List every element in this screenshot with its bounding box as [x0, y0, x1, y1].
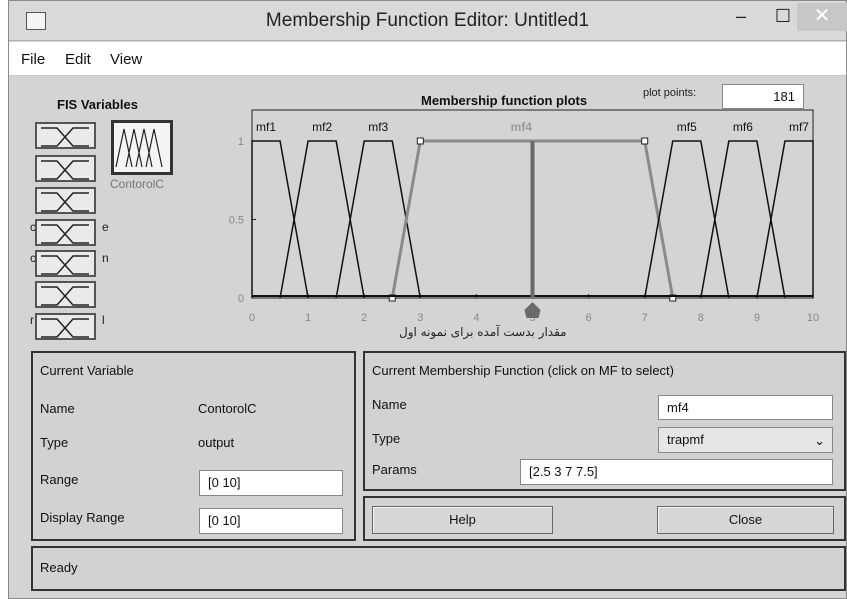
mf-type-label: Type [372, 431, 401, 446]
range-label: Range [40, 472, 79, 487]
current-variable-heading: Current Variable [40, 363, 134, 378]
chevron-down-icon: ⌄ [814, 433, 825, 448]
mf-label-mf7: mf7 [789, 120, 809, 134]
mf-curve-mf1 [251, 140, 309, 299]
x-tick-label: 3 [417, 312, 423, 324]
x-tick-label: 10 [807, 312, 819, 324]
mf-label-mf6: mf6 [733, 120, 753, 134]
x-tick-label: 4 [473, 312, 479, 324]
plot-annotation: مقدار بدست آمده برای نمونه اول [399, 325, 567, 339]
mf-type-select[interactable]: trapmf ⌄ [658, 427, 833, 453]
button-panel: Help Close [363, 496, 846, 541]
status-text: Ready [40, 560, 78, 575]
current-mf-panel: Current Membership Function (click on MF… [363, 351, 846, 491]
mf-vertex-handle [416, 137, 424, 145]
params-input[interactable]: [2.5 3 7 7.5] [520, 459, 833, 485]
display-range-input[interactable]: [0 10] [199, 508, 343, 534]
display-range-label: Display Range [40, 510, 125, 525]
y-tick-label: 0 [238, 293, 244, 305]
x-tick-label: 9 [754, 312, 760, 324]
mf-name-label: Name [372, 397, 407, 412]
y-tick-label: 0.5 [229, 215, 244, 227]
y-tick-label: 1 [238, 136, 244, 148]
current-variable-panel: Current Variable Name ContorolC Type out… [31, 351, 356, 541]
range-input[interactable]: [0 10] [199, 470, 343, 496]
membership-function-plot[interactable]: 01234567891000.51mf1mf2mf3mf4mf5mf6mf7 [0, 0, 847, 345]
help-button[interactable]: Help [372, 506, 553, 534]
mf-type-value: trapmf [667, 432, 704, 447]
mf-label-mf5: mf5 [677, 120, 697, 134]
x-tick-label: 8 [698, 312, 704, 324]
mf-label-mf1: mf1 [256, 120, 276, 134]
current-mf-heading: Current Membership Function (click on MF… [372, 363, 674, 378]
variable-name-label: Name [40, 401, 75, 416]
mf-curve-mf6 [700, 140, 786, 299]
close-button[interactable]: Close [657, 506, 834, 534]
x-tick-label: 2 [361, 312, 367, 324]
mf-vertex-handle [641, 137, 649, 145]
mf-name-input[interactable]: mf4 [658, 395, 833, 420]
mf-label-mf2: mf2 [312, 120, 332, 134]
x-tick-label: 7 [642, 312, 648, 324]
x-tick-label: 1 [305, 312, 311, 324]
variable-type-value: output [198, 435, 235, 450]
variable-type-label: Type [40, 435, 69, 450]
mf-curve-mf2 [279, 140, 365, 299]
mf-label-mf3: mf3 [368, 120, 388, 134]
x-tick-label: 6 [586, 312, 592, 324]
output-marker-icon [524, 302, 541, 318]
variable-name-value: ContorolC [198, 401, 257, 416]
params-label: Params [372, 462, 417, 477]
mf-label-mf4: mf4 [511, 120, 533, 134]
mf-curve-mf7 [756, 140, 814, 299]
status-bar: Ready [31, 546, 846, 591]
x-tick-label: 0 [249, 312, 255, 324]
